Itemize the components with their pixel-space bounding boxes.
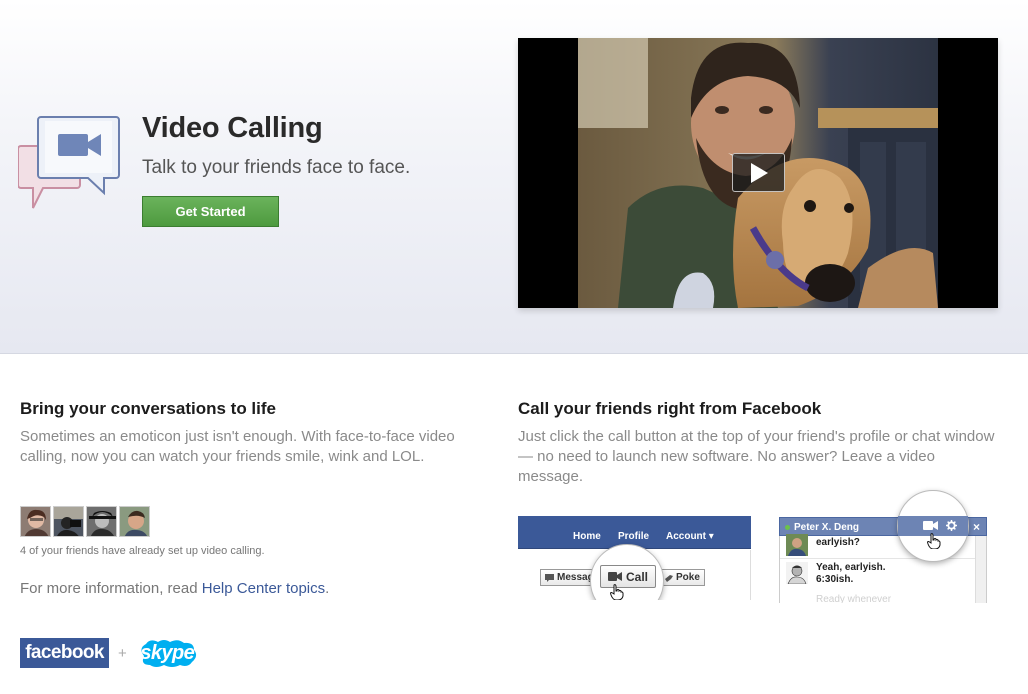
feature-title-call-friends: Call your friends right from Facebook: [518, 399, 822, 418]
profile-page-illustration: Home Profile Account ▾ Messag Poke Call: [518, 516, 751, 600]
nav-account[interactable]: Account ▾: [666, 531, 714, 542]
poke-label: Poke: [676, 572, 700, 583]
poke-button[interactable]: Poke: [660, 569, 705, 586]
partner-logos: facebook + skype: [20, 638, 199, 668]
help-center-link[interactable]: Help Center topics: [202, 580, 325, 597]
chat-contact-name: Peter X. Deng: [794, 522, 860, 533]
chat-message: earlyish?: [816, 537, 860, 548]
get-started-button[interactable]: Get Started: [142, 196, 279, 227]
chat-scrollbar[interactable]: [975, 536, 986, 603]
online-status-icon: [785, 525, 790, 530]
avatar[interactable]: [119, 506, 150, 537]
gear-icon[interactable]: [946, 520, 957, 531]
speech-bubble-icon: [545, 573, 554, 582]
feature-text-conversations: Sometimes an emoticon just isn't enough.…: [20, 428, 455, 465]
chat-close-button[interactable]: ×: [973, 520, 980, 534]
more-info-prefix: For more information, read: [20, 580, 202, 597]
hero-section: Video Calling Talk to your friends face …: [0, 0, 1028, 354]
avatar[interactable]: [20, 506, 51, 537]
call-button[interactable]: Call: [600, 565, 656, 588]
avatar[interactable]: [53, 506, 84, 537]
video-chat-bubbles-icon: [18, 116, 120, 209]
call-label: Call: [625, 569, 648, 584]
hand-cursor-icon: [927, 533, 941, 549]
more-info-suffix: .: [325, 580, 330, 597]
magnifier-lens: [897, 490, 969, 562]
skype-wordmark: skype: [140, 641, 195, 664]
page-subtitle: Talk to your friends face to face.: [142, 157, 411, 178]
play-icon: [750, 162, 768, 183]
friends-caption: 4 of your friends have already set up vi…: [20, 545, 265, 557]
feature-title-conversations: Bring your conversations to life: [20, 399, 276, 418]
feature-text-call-friends: Just click the call button at the top of…: [518, 428, 995, 485]
video-camera-icon[interactable]: [923, 520, 938, 531]
video-camera-icon: [607, 572, 622, 581]
hand-cursor-icon: [610, 584, 624, 600]
chat-message: 6:30ish.: [816, 574, 854, 585]
avatar: [786, 562, 808, 584]
avatar: [786, 534, 808, 556]
play-button[interactable]: [732, 153, 785, 192]
nav-home[interactable]: Home: [573, 531, 601, 542]
facebook-logo: facebook: [20, 638, 109, 668]
plus-sign: +: [118, 644, 127, 662]
message-label: Messag: [557, 572, 594, 583]
skype-logo: skype: [136, 638, 199, 668]
chat-message: Yeah, earlyish.: [816, 562, 886, 573]
friend-avatars: [20, 506, 150, 537]
more-info-text: For more information, read Help Center t…: [20, 580, 329, 597]
chat-message-faded: Ready whenever: [816, 594, 892, 603]
video-player[interactable]: [518, 38, 998, 308]
page-title: Video Calling: [142, 112, 323, 144]
poke-hand-icon: [665, 574, 673, 582]
nav-profile[interactable]: Profile: [618, 531, 649, 542]
avatar[interactable]: [86, 506, 117, 537]
